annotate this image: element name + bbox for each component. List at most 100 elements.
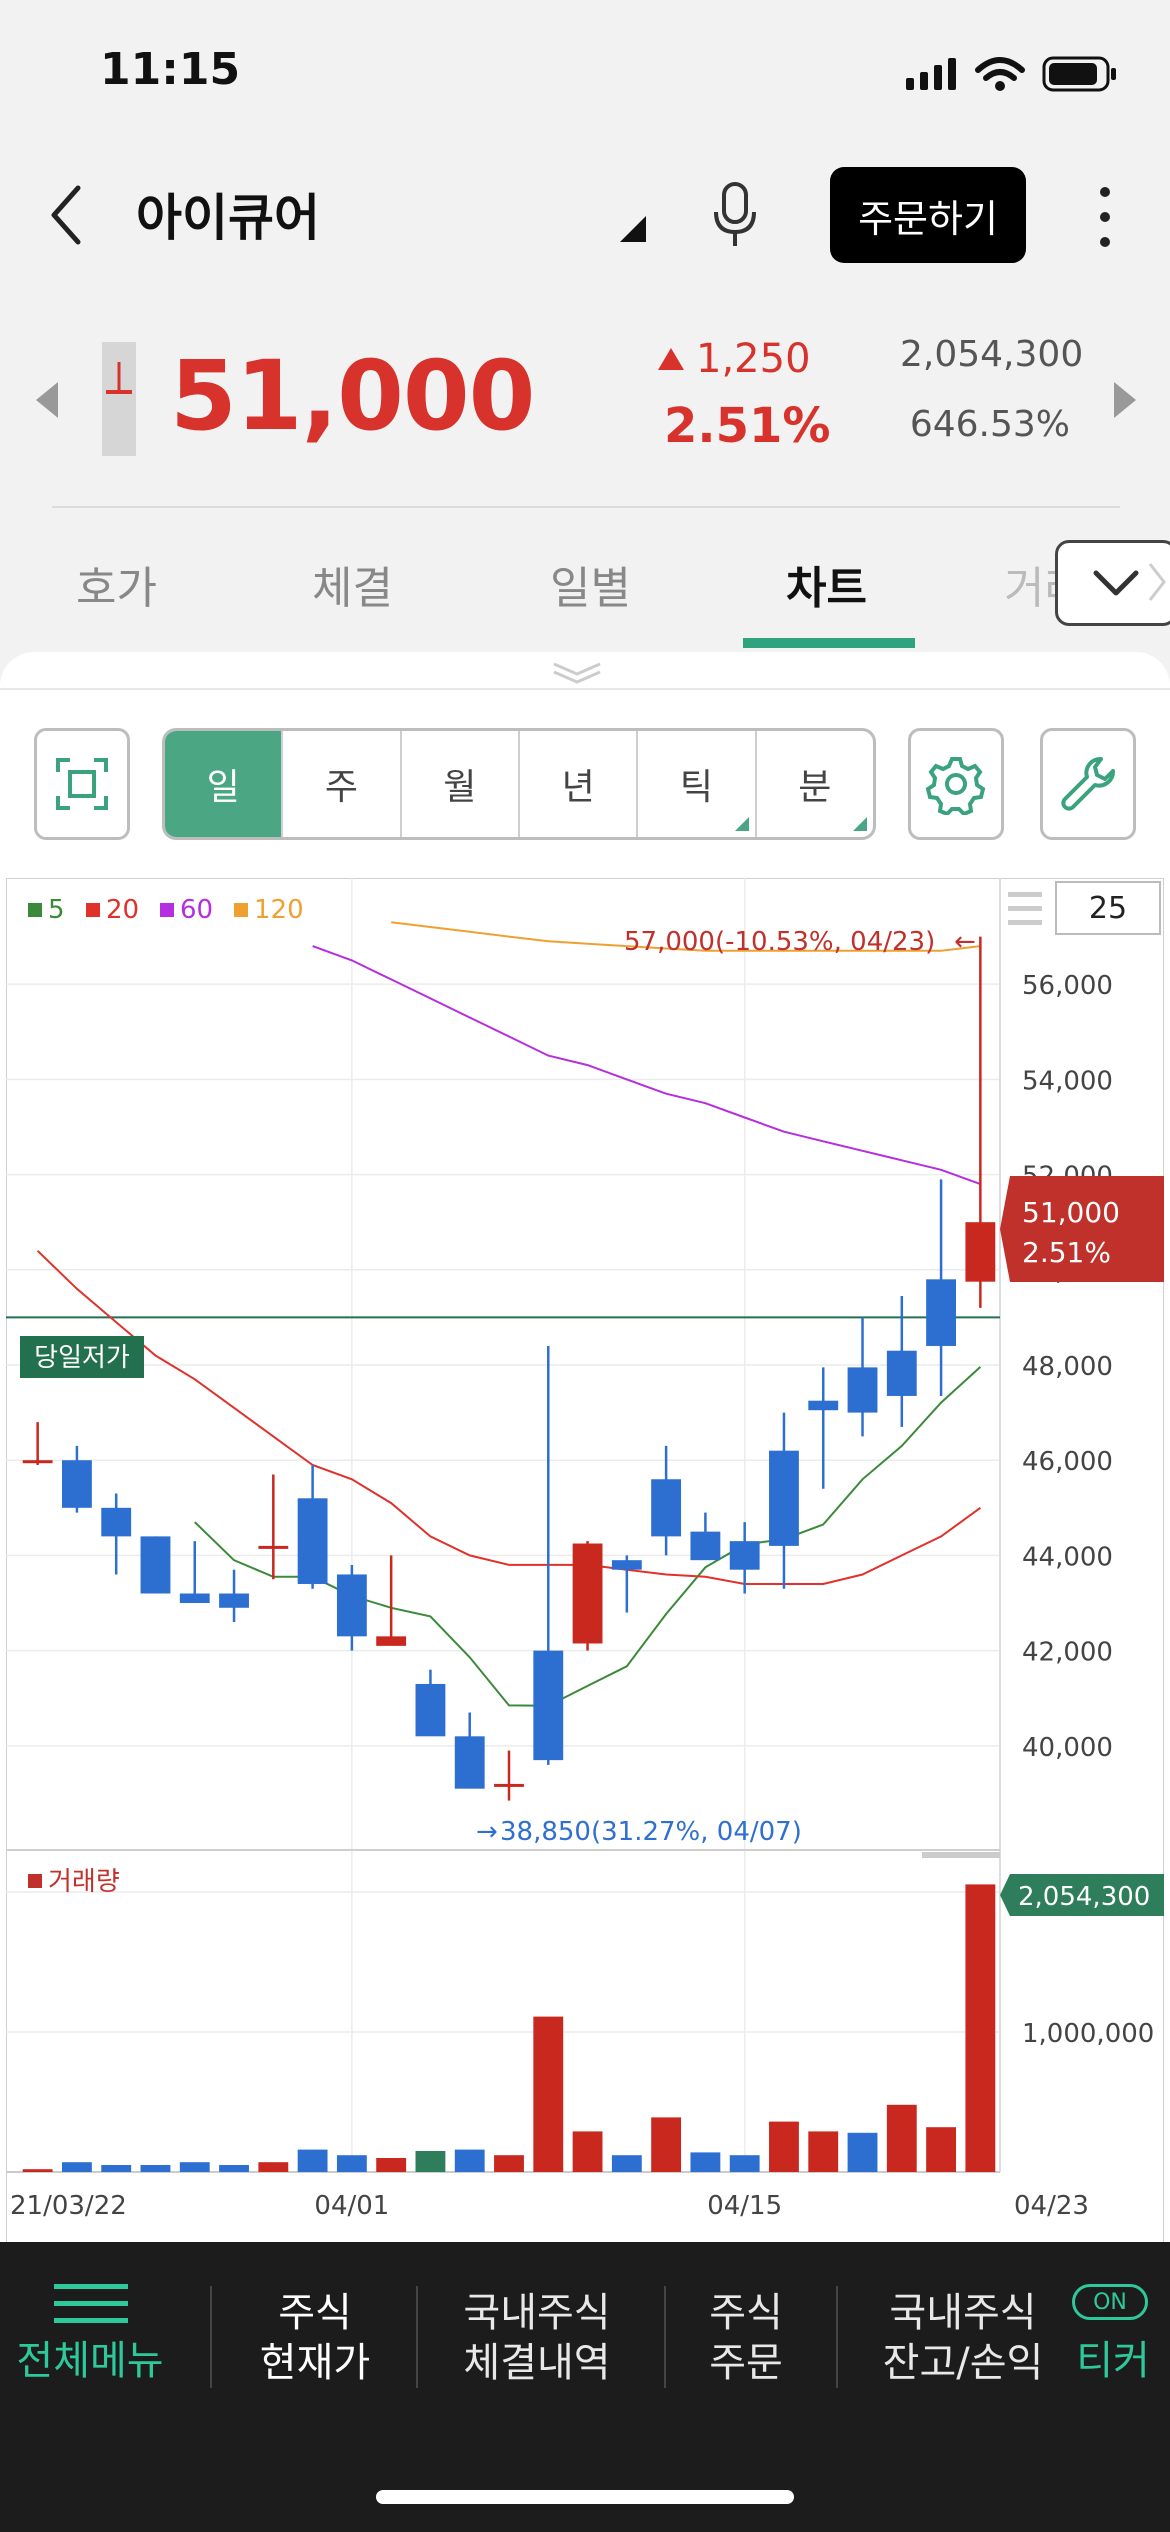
candle-body [572, 1543, 603, 1644]
ticker-on-badge[interactable]: ON [1072, 2284, 1148, 2320]
price-tick-label: 42,000 [1022, 1638, 1113, 1668]
ma120-legend-label: 120 [254, 895, 304, 925]
drawing-tools-button[interactable] [1040, 728, 1136, 840]
stock-dropdown-icon[interactable] [618, 214, 648, 244]
chart-settings-button[interactable] [908, 728, 1004, 840]
period-minute-label: 분 [798, 767, 832, 808]
active-tab-indicator [743, 638, 915, 648]
high-annotation: 57,000(-10.53%, 04/23) [624, 927, 935, 957]
sheet-divider [0, 688, 1170, 690]
volume-bar [61, 2162, 92, 2172]
candle-body [258, 1545, 289, 1549]
period-tick-button[interactable]: 틱 [638, 731, 757, 837]
nav-domestic-executions[interactable]: 국내주식 체결내역 [440, 2288, 634, 2388]
low-arrow-icon: → [476, 1817, 498, 1847]
tab-trades[interactable]: 체결 [312, 552, 393, 616]
nav-domestic-executions-line2: 체결내역 [463, 2340, 611, 2386]
nav-stock-price[interactable]: 주식 현재가 [240, 2288, 390, 2388]
order-button[interactable]: 주문하기 [830, 167, 1026, 263]
period-selector: 일 주 월 년 틱 분 [162, 728, 876, 840]
nav-stock-price-line1: 주식 [278, 2290, 352, 2336]
change-amount: 1,250 [696, 336, 811, 382]
volume-legend-label: 거래량 [48, 1867, 120, 1897]
home-indicator [376, 2490, 794, 2504]
next-stock-icon[interactable] [1110, 380, 1138, 420]
stock-name[interactable]: 아이큐어 [136, 178, 320, 250]
candle-body [179, 1593, 210, 1604]
tab-daily[interactable]: 일별 [550, 552, 631, 616]
date-tick-label: 04/23 [1014, 2191, 1089, 2221]
microphone-icon[interactable] [706, 180, 766, 250]
back-icon[interactable] [44, 180, 104, 250]
nav-domestic-executions-line1: 국내주식 [463, 2290, 611, 2336]
volume-tag-value: 2,054,300 [1018, 1882, 1150, 1912]
battery-icon [1042, 56, 1116, 92]
volume-bar [886, 2104, 917, 2172]
menu-icon[interactable] [54, 2282, 128, 2326]
price-tick-label: 48,000 [1022, 1352, 1113, 1382]
volume-bar [494, 2155, 524, 2172]
gear-icon [925, 757, 986, 815]
candle-body [494, 1783, 524, 1787]
period-month-button[interactable]: 월 [402, 731, 520, 837]
candle-count: 25 [1089, 891, 1127, 926]
price-tick-label: 46,000 [1022, 1447, 1113, 1477]
candle-body [376, 1636, 407, 1646]
chart-canvas: 56,00054,00052,00050,00048,00046,00044,0… [5, 877, 1165, 2245]
price-tag-percent: 2.51% [1022, 1236, 1111, 1269]
candle-body [611, 1560, 642, 1570]
tab-chart[interactable]: 차트 [786, 552, 867, 616]
period-year-button[interactable]: 년 [520, 731, 639, 837]
period-minute-button[interactable]: 분 [757, 731, 873, 837]
volume-tick-label: 1,000,000 [1022, 2019, 1154, 2049]
fullscreen-icon [56, 758, 108, 810]
price-tick-label: 54,000 [1022, 1066, 1113, 1096]
fullscreen-button[interactable] [34, 728, 130, 840]
chart-menu-icon[interactable] [1008, 892, 1042, 925]
volume-bar [101, 2165, 132, 2172]
volume-bar [572, 2131, 603, 2172]
nav-all-menu[interactable]: 전체메뉴 [10, 2336, 170, 2386]
nav-separator [416, 2286, 418, 2388]
nav-separator [836, 2286, 838, 2388]
nav-ticker[interactable]: 티커 [1066, 2336, 1160, 2386]
date-tick-label: 21/03/22 [10, 2191, 127, 2221]
volume-bar [376, 2158, 407, 2172]
signal-icon [906, 58, 956, 90]
nav-domestic-balance[interactable]: 국내주식 잔고/손익 [866, 2288, 1060, 2388]
volume-bar [415, 2151, 446, 2172]
low-line-label: 당일저가 [34, 1343, 130, 1373]
ma20-legend-swatch [86, 903, 100, 917]
volume-value: 2,054,300 [900, 334, 1084, 375]
volume-legend-swatch [28, 1874, 42, 1888]
candle-body [533, 1650, 564, 1761]
ma60-legend-label: 60 [180, 895, 213, 925]
period-day-button[interactable]: 일 [165, 731, 284, 837]
period-week-button[interactable]: 주 [283, 731, 402, 837]
candle-body [651, 1479, 682, 1537]
nav-stock-order[interactable]: 주식 주문 [686, 2288, 806, 2388]
stock-chart[interactable]: 56,00054,00052,00050,00048,00046,00044,0… [5, 877, 1165, 2245]
volume-bar [847, 2132, 878, 2172]
tab-orderbook[interactable]: 호가 [76, 552, 157, 616]
tab-scroll-chevron-icon [1148, 563, 1166, 601]
candle-body [140, 1536, 171, 1594]
volume-bar [179, 2162, 210, 2172]
volume-bar [651, 2117, 682, 2172]
candle-body [926, 1279, 957, 1346]
tab-trade-partial[interactable]: 거래 [1004, 552, 1060, 616]
divider [52, 506, 1120, 508]
more-options-icon[interactable] [1090, 182, 1120, 252]
price-tag-value: 51,000 [1022, 1196, 1120, 1229]
candle-body [965, 1222, 996, 1282]
change-percent: 2.51% [664, 398, 831, 454]
prev-stock-icon[interactable] [34, 380, 62, 420]
candle-body [808, 1400, 839, 1411]
collapse-handle-icon[interactable] [550, 658, 604, 688]
date-tick-label: 04/01 [314, 2191, 389, 2221]
candle-body [886, 1350, 917, 1396]
volume-bar [533, 2016, 564, 2172]
candle-body [415, 1683, 446, 1737]
status-time: 11:15 [100, 44, 241, 95]
nav-domestic-balance-line1: 국내주식 [889, 2290, 1037, 2336]
